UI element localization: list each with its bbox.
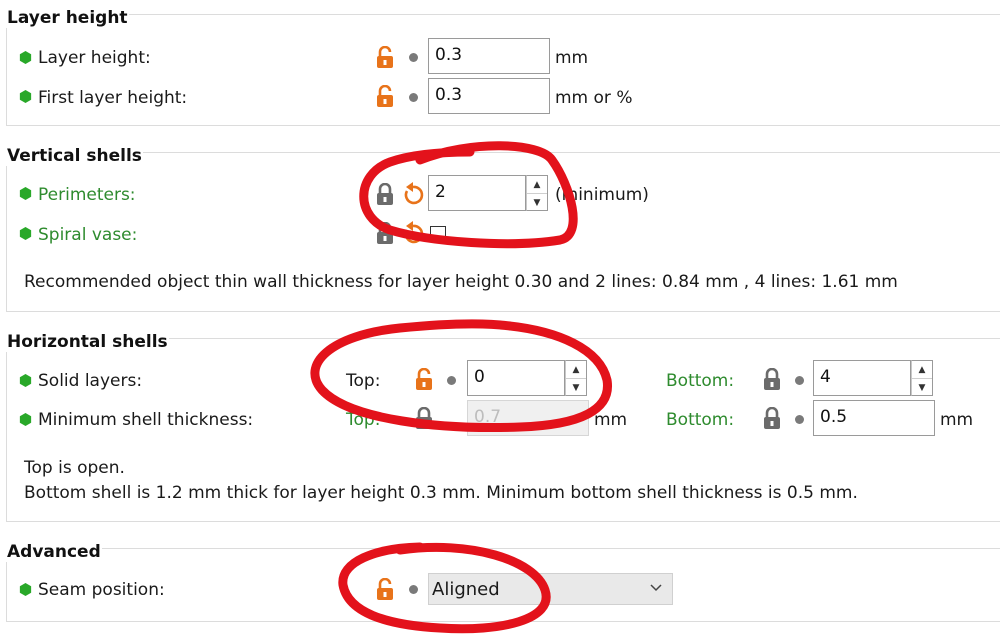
annotation-circle-seam-position [338,542,551,634]
